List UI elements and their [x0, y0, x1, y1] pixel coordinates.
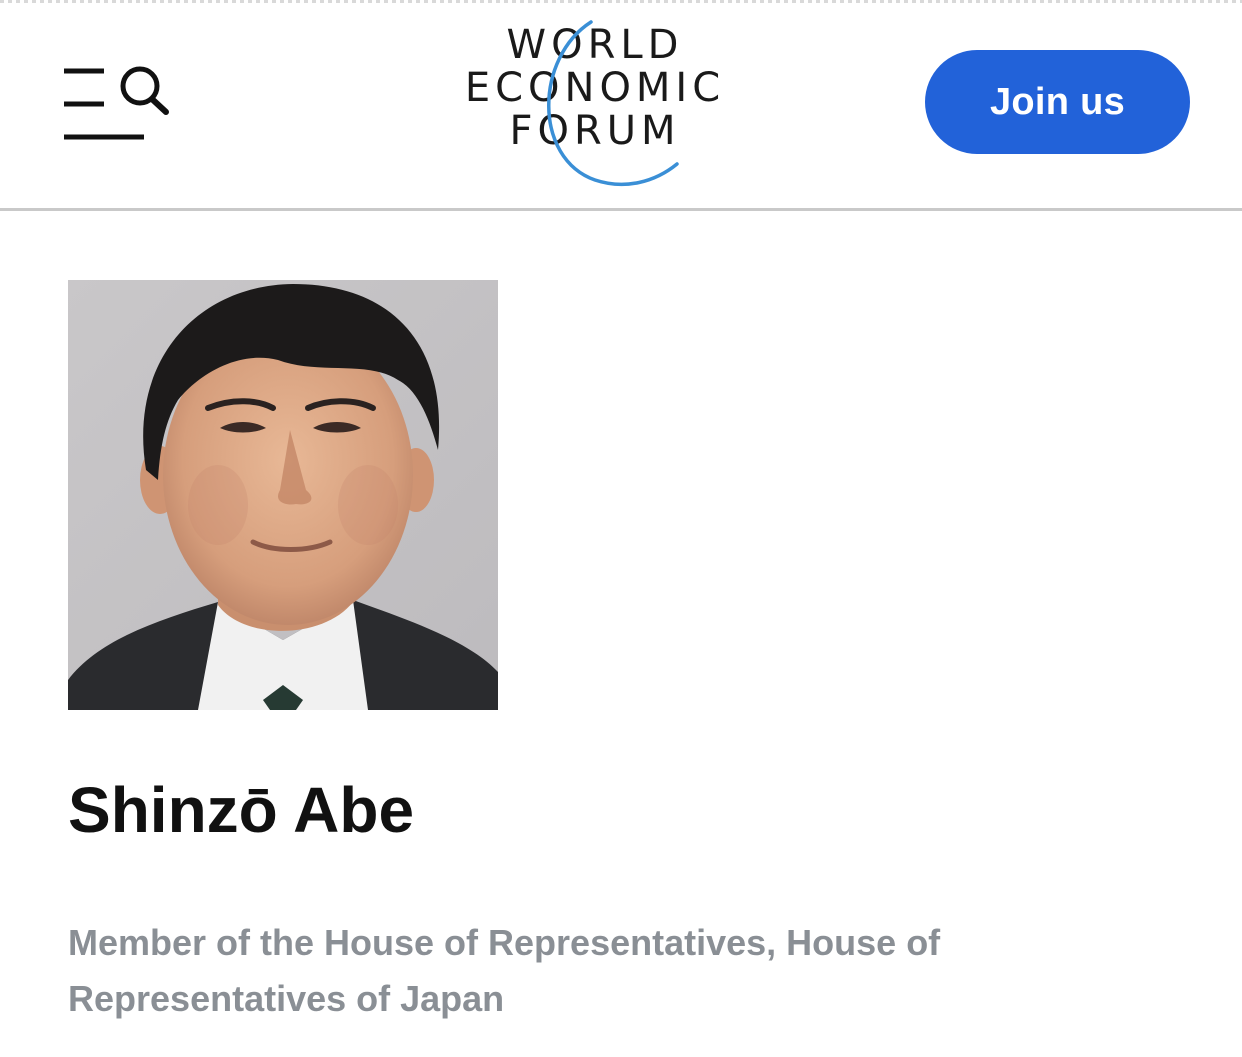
wef-logo[interactable]: WORLD ECONOMIC FORUM: [455, 18, 735, 190]
logo-wordmark: WORLD ECONOMIC FORUM: [455, 24, 735, 153]
portrait-photo: [68, 280, 498, 710]
portrait-illustration: [68, 280, 498, 710]
site-header: WORLD ECONOMIC FORUM Join us: [0, 0, 1242, 208]
header-divider: [0, 208, 1242, 211]
person-title: Member of the House of Representatives, …: [68, 922, 941, 1019]
person-name: Shinzō Abe: [68, 774, 415, 846]
logo-line-3: FORUM: [509, 108, 681, 154]
top-edge-decoration: [0, 0, 1242, 3]
logo-line-2: ECONOMIC: [464, 65, 726, 111]
join-us-button[interactable]: Join us: [925, 50, 1190, 154]
menu-search-icon: [64, 66, 169, 140]
logo-line-1: WORLD: [506, 22, 684, 68]
profile-page: WORLD ECONOMIC FORUM Join us Shinzō Abe …: [0, 0, 1242, 1057]
menu-search-button[interactable]: [60, 62, 172, 144]
